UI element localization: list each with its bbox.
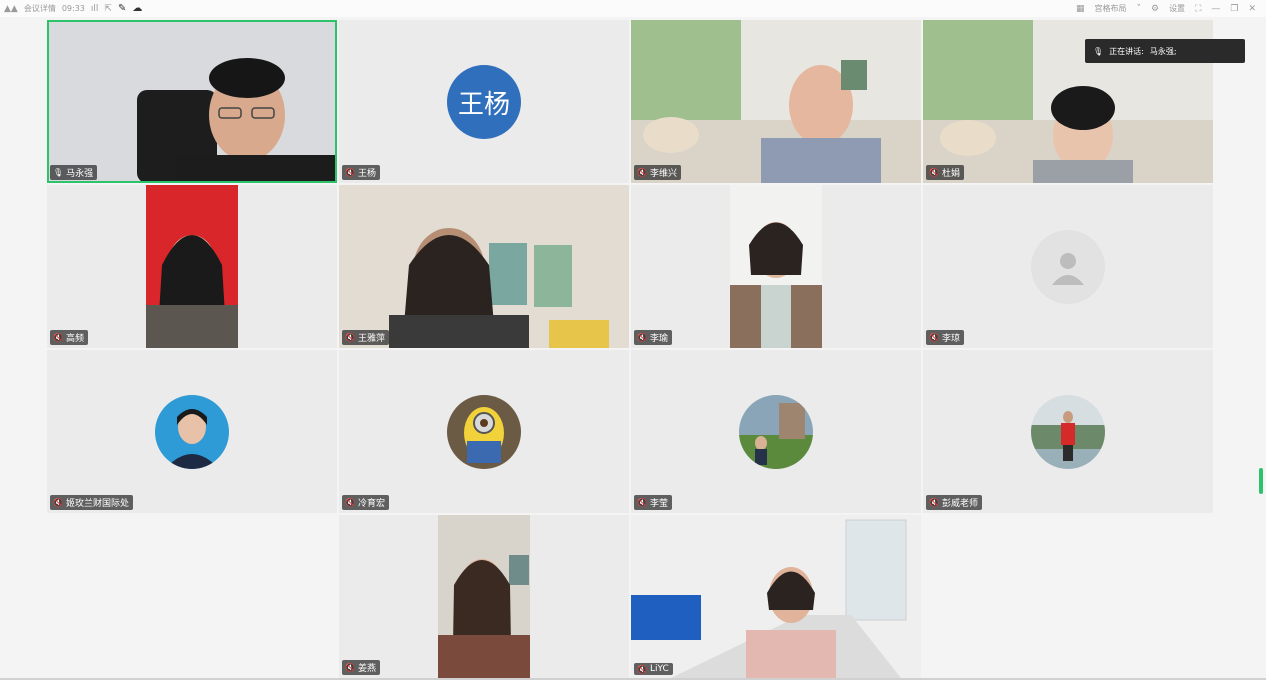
video-tile-wang-yaping[interactable]: 🔇 王雅萍 — [339, 185, 629, 348]
name-label: 🎙 马永强 — [50, 165, 98, 180]
name-label: 🔇 冷育宏 — [342, 495, 389, 510]
mic-muted-icon: 🔇 — [345, 333, 355, 342]
grid-layout-icon[interactable]: ▦ — [1076, 4, 1085, 14]
title-bar: ▲▲ 会议详情 09:33 ıll ⇱ ✎ ☁ ▦ 宫格布局 ˅ ⚙ 设置 ⛶ … — [0, 0, 1266, 17]
meeting-time: 09:33 — [61, 4, 85, 13]
video-tile-ma-yongqiang[interactable]: 🎙 马永强 — [47, 20, 337, 183]
share-icon[interactable]: ⇱ — [104, 4, 112, 14]
mic-on-icon: 🎙 — [53, 168, 64, 177]
fullscreen-icon[interactable]: ⛶ — [1195, 4, 1201, 14]
app-logo-icon: ▲▲ — [4, 3, 18, 14]
video-tile-leng-yuhong[interactable]: 🔇 冷育宏 — [339, 350, 629, 513]
close-icon[interactable]: ✕ — [1248, 4, 1256, 14]
name-label: 🔇 高频 — [50, 330, 88, 345]
mic-muted-icon: 🔇 — [929, 168, 939, 177]
name-label: 🔇 李莹 — [634, 495, 672, 510]
settings-button[interactable]: 设置 — [1169, 3, 1185, 14]
mic-muted-icon: 🔇 — [345, 663, 355, 672]
video-tile-ji-meilan[interactable]: 🔇 姬玫兰财国际处 — [47, 350, 337, 513]
video-tile-li-weixing[interactable]: 🔇 李维兴 — [631, 20, 921, 183]
microphone-icon: 🎙 — [1093, 46, 1104, 56]
name-label: 🔇 李琼 — [926, 330, 964, 345]
mic-muted-icon: 🔇 — [637, 498, 647, 507]
video-feed — [47, 20, 337, 183]
name-label: 🔇 杜娟 — [926, 165, 964, 180]
restore-icon[interactable]: ❐ — [1230, 4, 1238, 14]
mic-muted-icon: 🔇 — [53, 498, 63, 507]
video-tile-li-yu[interactable]: 🔇 李瑜 — [631, 185, 921, 348]
video-tile-peng-wei[interactable]: 🔇 彭威老师 — [923, 350, 1213, 513]
name-label: 🔇 李瑜 — [634, 330, 672, 345]
video-feed — [339, 515, 629, 678]
mic-muted-icon: 🔇 — [929, 333, 939, 342]
mic-muted-icon: 🔇 — [53, 333, 63, 342]
name-label: 🔇 李维兴 — [634, 165, 681, 180]
avatar — [155, 395, 229, 469]
video-feed — [631, 515, 921, 678]
mic-muted-icon: 🔇 — [345, 498, 355, 507]
record-icon[interactable]: ✎ — [118, 3, 126, 14]
meeting-details-link[interactable]: 会议详情 — [24, 3, 56, 14]
mic-muted-icon: 🔇 — [637, 333, 647, 342]
cloud-icon[interactable]: ☁ — [132, 3, 142, 14]
minimize-icon[interactable]: — — [1211, 4, 1220, 14]
video-tile-wang-yang[interactable]: 王杨 🔇 王杨 — [339, 20, 629, 183]
avatar — [1031, 395, 1105, 469]
signal-icon: ıll — [90, 3, 99, 14]
video-tile-liyc[interactable]: 🔇 LiYC — [631, 515, 921, 678]
name-label: 🔇 姬玫兰财国际处 — [50, 495, 133, 510]
speaking-indicator: 🎙 正在讲话: 马永强; — [1085, 39, 1245, 63]
mic-muted-icon: 🔇 — [345, 168, 355, 177]
video-feed — [47, 185, 337, 348]
name-label: 🔇 姜燕 — [342, 660, 380, 675]
gear-icon[interactable]: ⚙ — [1151, 4, 1159, 14]
chevron-down-icon[interactable]: ˅ — [1136, 4, 1141, 14]
scroll-indicator[interactable] — [1259, 468, 1263, 494]
avatar-placeholder — [1031, 230, 1105, 304]
name-label: 🔇 王雅萍 — [342, 330, 389, 345]
mic-muted-icon: 🔇 — [929, 498, 939, 507]
user-icon — [1052, 253, 1084, 285]
video-grid: 🎙 马永强 王杨 🔇 王杨 🔇 李维兴 🔇 杜娟 🔇 高频 🔇 王雅萍 🔇 李瑜… — [47, 20, 1215, 680]
video-feed — [631, 185, 921, 348]
video-tile-gao-pin[interactable]: 🔇 高频 — [47, 185, 337, 348]
avatar: 王杨 — [447, 65, 521, 139]
name-label: 🔇 王杨 — [342, 165, 380, 180]
name-label: 🔇 LiYC — [634, 663, 673, 675]
video-tile-jiang-yan[interactable]: 🔇 姜燕 — [339, 515, 629, 678]
layout-dropdown[interactable]: 宫格布局 — [1094, 3, 1126, 14]
name-label: 🔇 彭威老师 — [926, 495, 982, 510]
video-tile-li-ying[interactable]: 🔇 李莹 — [631, 350, 921, 513]
video-feed — [339, 185, 629, 348]
video-feed — [631, 20, 921, 183]
avatar — [739, 395, 813, 469]
mic-muted-icon: 🔇 — [637, 664, 647, 674]
avatar — [447, 395, 521, 469]
video-tile-li-qiong[interactable]: 🔇 李琼 — [923, 185, 1213, 348]
mic-muted-icon: 🔇 — [637, 168, 647, 177]
